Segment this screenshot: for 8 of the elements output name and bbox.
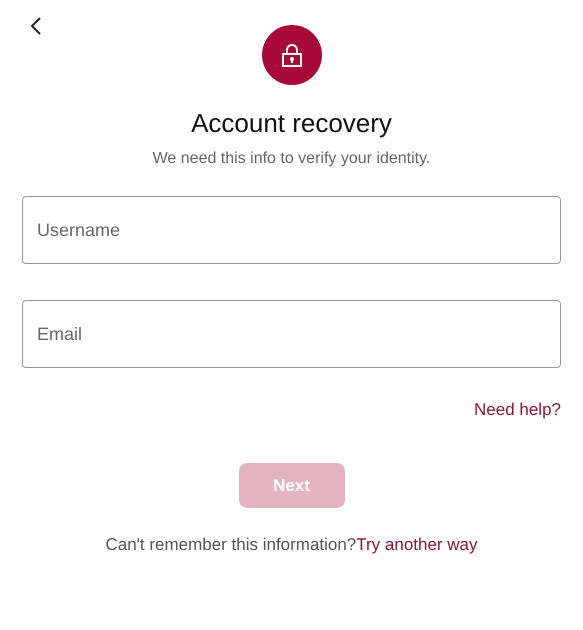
subtitle: We need this info to verify your identity. (152, 149, 430, 169)
help-link[interactable]: Need help? (474, 400, 561, 420)
input-field[interactable]: Username (22, 196, 561, 264)
input-field[interactable]: Email (22, 300, 561, 368)
page-title: Account recovery (191, 107, 392, 139)
try-another-way-link[interactable]: Try another way (356, 535, 478, 555)
lock-icon (280, 43, 302, 67)
footer-text: Can't remember this information? (105, 535, 356, 555)
